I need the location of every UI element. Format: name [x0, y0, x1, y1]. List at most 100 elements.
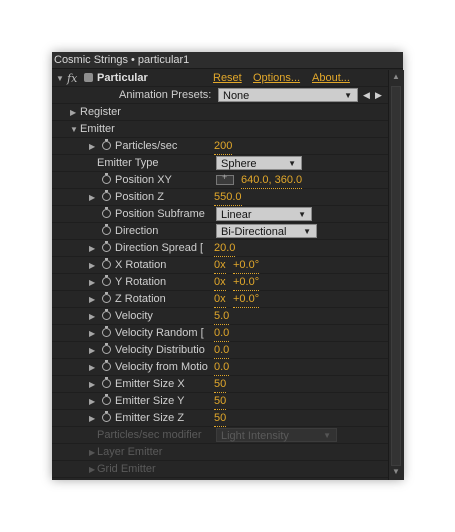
y-rotation-degrees[interactable]: +0.0°	[233, 275, 260, 291]
direction-dropdown[interactable]: Bi-Directional ▼	[216, 224, 317, 238]
z-rotation-row: ▶ Z Rotation 0x +0.0°	[52, 291, 388, 308]
property-label: Velocity from Motio	[115, 361, 208, 373]
expand-triangle-icon[interactable]: ▶	[89, 241, 95, 256]
velocity-distribution-value[interactable]: 0.0	[214, 343, 230, 359]
stopwatch-icon[interactable]	[102, 394, 111, 405]
particles-per-sec-row: ▶ Particles/sec 200	[52, 138, 388, 155]
scroll-up-icon[interactable]: ▲	[392, 72, 400, 81]
stopwatch-icon[interactable]	[102, 411, 111, 422]
property-label: Velocity Random [	[115, 327, 204, 339]
fx-icon[interactable]: fx	[67, 71, 77, 86]
emitter-size-x-value[interactable]: 50	[214, 377, 227, 393]
expand-triangle-icon[interactable]: ▶	[89, 309, 95, 324]
next-preset-icon[interactable]: ▶	[375, 88, 382, 103]
stopwatch-icon[interactable]	[102, 190, 111, 201]
effect-controls-panel: Cosmic Strings • particular1 ▼ fx Partic…	[52, 52, 404, 480]
about-link[interactable]: About...	[312, 71, 350, 86]
stopwatch-icon[interactable]	[102, 224, 111, 235]
position-z-row: ▶ Position Z 550.0	[52, 189, 388, 206]
position-subframe-value: Linear	[221, 209, 252, 221]
emitter-size-z-row: ▶ Emitter Size Z 50	[52, 410, 388, 427]
position-z-value[interactable]: 550.0	[214, 190, 242, 206]
register-label: Register	[80, 106, 121, 118]
emitter-label: Emitter	[80, 123, 115, 135]
z-rotation-revolutions[interactable]: 0x	[214, 292, 226, 308]
property-label: Position Subframe	[115, 208, 205, 220]
expand-triangle-icon[interactable]: ▶	[89, 394, 95, 409]
emitter-size-x-row: ▶ Emitter Size X 50	[52, 376, 388, 393]
stopwatch-icon[interactable]	[102, 241, 111, 252]
stopwatch-icon[interactable]	[102, 258, 111, 269]
position-subframe-dropdown[interactable]: Linear ▼	[216, 207, 312, 221]
stopwatch-icon[interactable]	[102, 207, 111, 218]
emitter-type-row: Emitter Type Sphere ▼	[52, 155, 388, 172]
expand-triangle-icon[interactable]: ▶	[89, 139, 95, 154]
velocity-value[interactable]: 5.0	[214, 309, 230, 325]
emitter-group-row[interactable]: ▼ Emitter	[52, 121, 388, 138]
emitter-type-value: Sphere	[221, 158, 257, 170]
property-label: Direction	[115, 225, 159, 237]
property-label: Z Rotation	[115, 293, 166, 305]
stopwatch-icon[interactable]	[102, 309, 111, 320]
velocity-from-motion-value[interactable]: 0.0	[214, 360, 230, 376]
direction-value: Bi-Directional	[221, 226, 287, 238]
stopwatch-icon[interactable]	[102, 173, 111, 184]
stopwatch-icon[interactable]	[102, 139, 111, 150]
grid-emitter-label: Grid Emitter	[97, 463, 156, 475]
point-control-icon[interactable]	[216, 172, 234, 185]
position-xy-value[interactable]: 640.0, 360.0	[241, 173, 303, 189]
particles-per-sec-value[interactable]: 200	[214, 139, 233, 155]
options-link[interactable]: Options...	[253, 71, 300, 86]
direction-spread-value[interactable]: 20.0	[214, 241, 236, 257]
scroll-down-icon[interactable]: ▼	[392, 467, 400, 476]
collapse-triangle-icon[interactable]: ▼	[56, 71, 64, 86]
chevron-down-icon: ▼	[323, 431, 331, 440]
expand-triangle-icon[interactable]: ▶	[89, 411, 95, 426]
z-rotation-degrees[interactable]: +0.0°	[233, 292, 260, 308]
stopwatch-icon[interactable]	[102, 377, 111, 388]
x-rotation-revolutions[interactable]: 0x	[214, 258, 226, 274]
expand-triangle-icon[interactable]: ▶	[70, 105, 76, 120]
expand-triangle-icon[interactable]: ▶	[89, 292, 95, 307]
emitter-size-y-value[interactable]: 50	[214, 394, 227, 410]
emitter-size-z-value[interactable]: 50	[214, 411, 227, 427]
expand-triangle-icon[interactable]: ▶	[89, 190, 95, 205]
y-rotation-revolutions[interactable]: 0x	[214, 275, 226, 291]
expand-triangle-icon: ▶	[89, 465, 96, 474]
property-label: Particles/sec	[115, 140, 178, 152]
animation-presets-dropdown[interactable]: None ▼	[218, 88, 358, 102]
expand-triangle-icon[interactable]: ▶	[89, 343, 95, 358]
reset-link[interactable]: Reset	[213, 71, 242, 86]
property-label: Velocity	[115, 310, 153, 322]
animation-presets-label: Animation Presets:	[119, 89, 212, 101]
animation-presets-value: None	[223, 90, 250, 102]
previous-preset-icon[interactable]: ◀	[363, 88, 370, 103]
velocity-random-value[interactable]: 0.0	[214, 326, 230, 342]
stopwatch-icon[interactable]	[102, 326, 111, 337]
effect-name: Particular	[97, 72, 148, 84]
expand-triangle-icon[interactable]: ▶	[89, 360, 95, 375]
register-group-row[interactable]: ▶ Register	[52, 104, 388, 121]
plugin-cube-icon	[84, 73, 93, 82]
animation-presets-row: Animation Presets: None ▼ ◀ ▶	[52, 87, 388, 104]
expand-triangle-icon[interactable]: ▶	[89, 326, 95, 341]
expand-triangle-icon[interactable]: ▶	[89, 377, 95, 392]
stopwatch-icon[interactable]	[102, 360, 111, 371]
stopwatch-icon[interactable]	[102, 343, 111, 354]
emitter-type-dropdown[interactable]: Sphere ▼	[216, 156, 302, 170]
property-label: Emitter Size Y	[115, 395, 185, 407]
scrollbar-thumb[interactable]	[391, 86, 401, 466]
expand-triangle-icon[interactable]: ▶	[89, 258, 95, 273]
particles-sec-modifier-row: Particles/sec modifier Light Intensity ▼	[52, 427, 388, 444]
expand-triangle-icon[interactable]: ▶	[89, 275, 95, 290]
stopwatch-icon[interactable]	[102, 292, 111, 303]
collapse-triangle-icon[interactable]: ▼	[70, 122, 78, 137]
property-label: Emitter Type	[97, 157, 159, 169]
property-label: Emitter Size X	[115, 378, 185, 390]
vertical-scrollbar[interactable]: ▲ ▼	[388, 70, 404, 480]
stopwatch-icon[interactable]	[102, 275, 111, 286]
property-label: Position Z	[115, 191, 164, 203]
position-subframe-row: Position Subframe Linear ▼	[52, 206, 388, 223]
x-rotation-degrees[interactable]: +0.0°	[233, 258, 260, 274]
velocity-random-row: ▶ Velocity Random [ 0.0	[52, 325, 388, 342]
